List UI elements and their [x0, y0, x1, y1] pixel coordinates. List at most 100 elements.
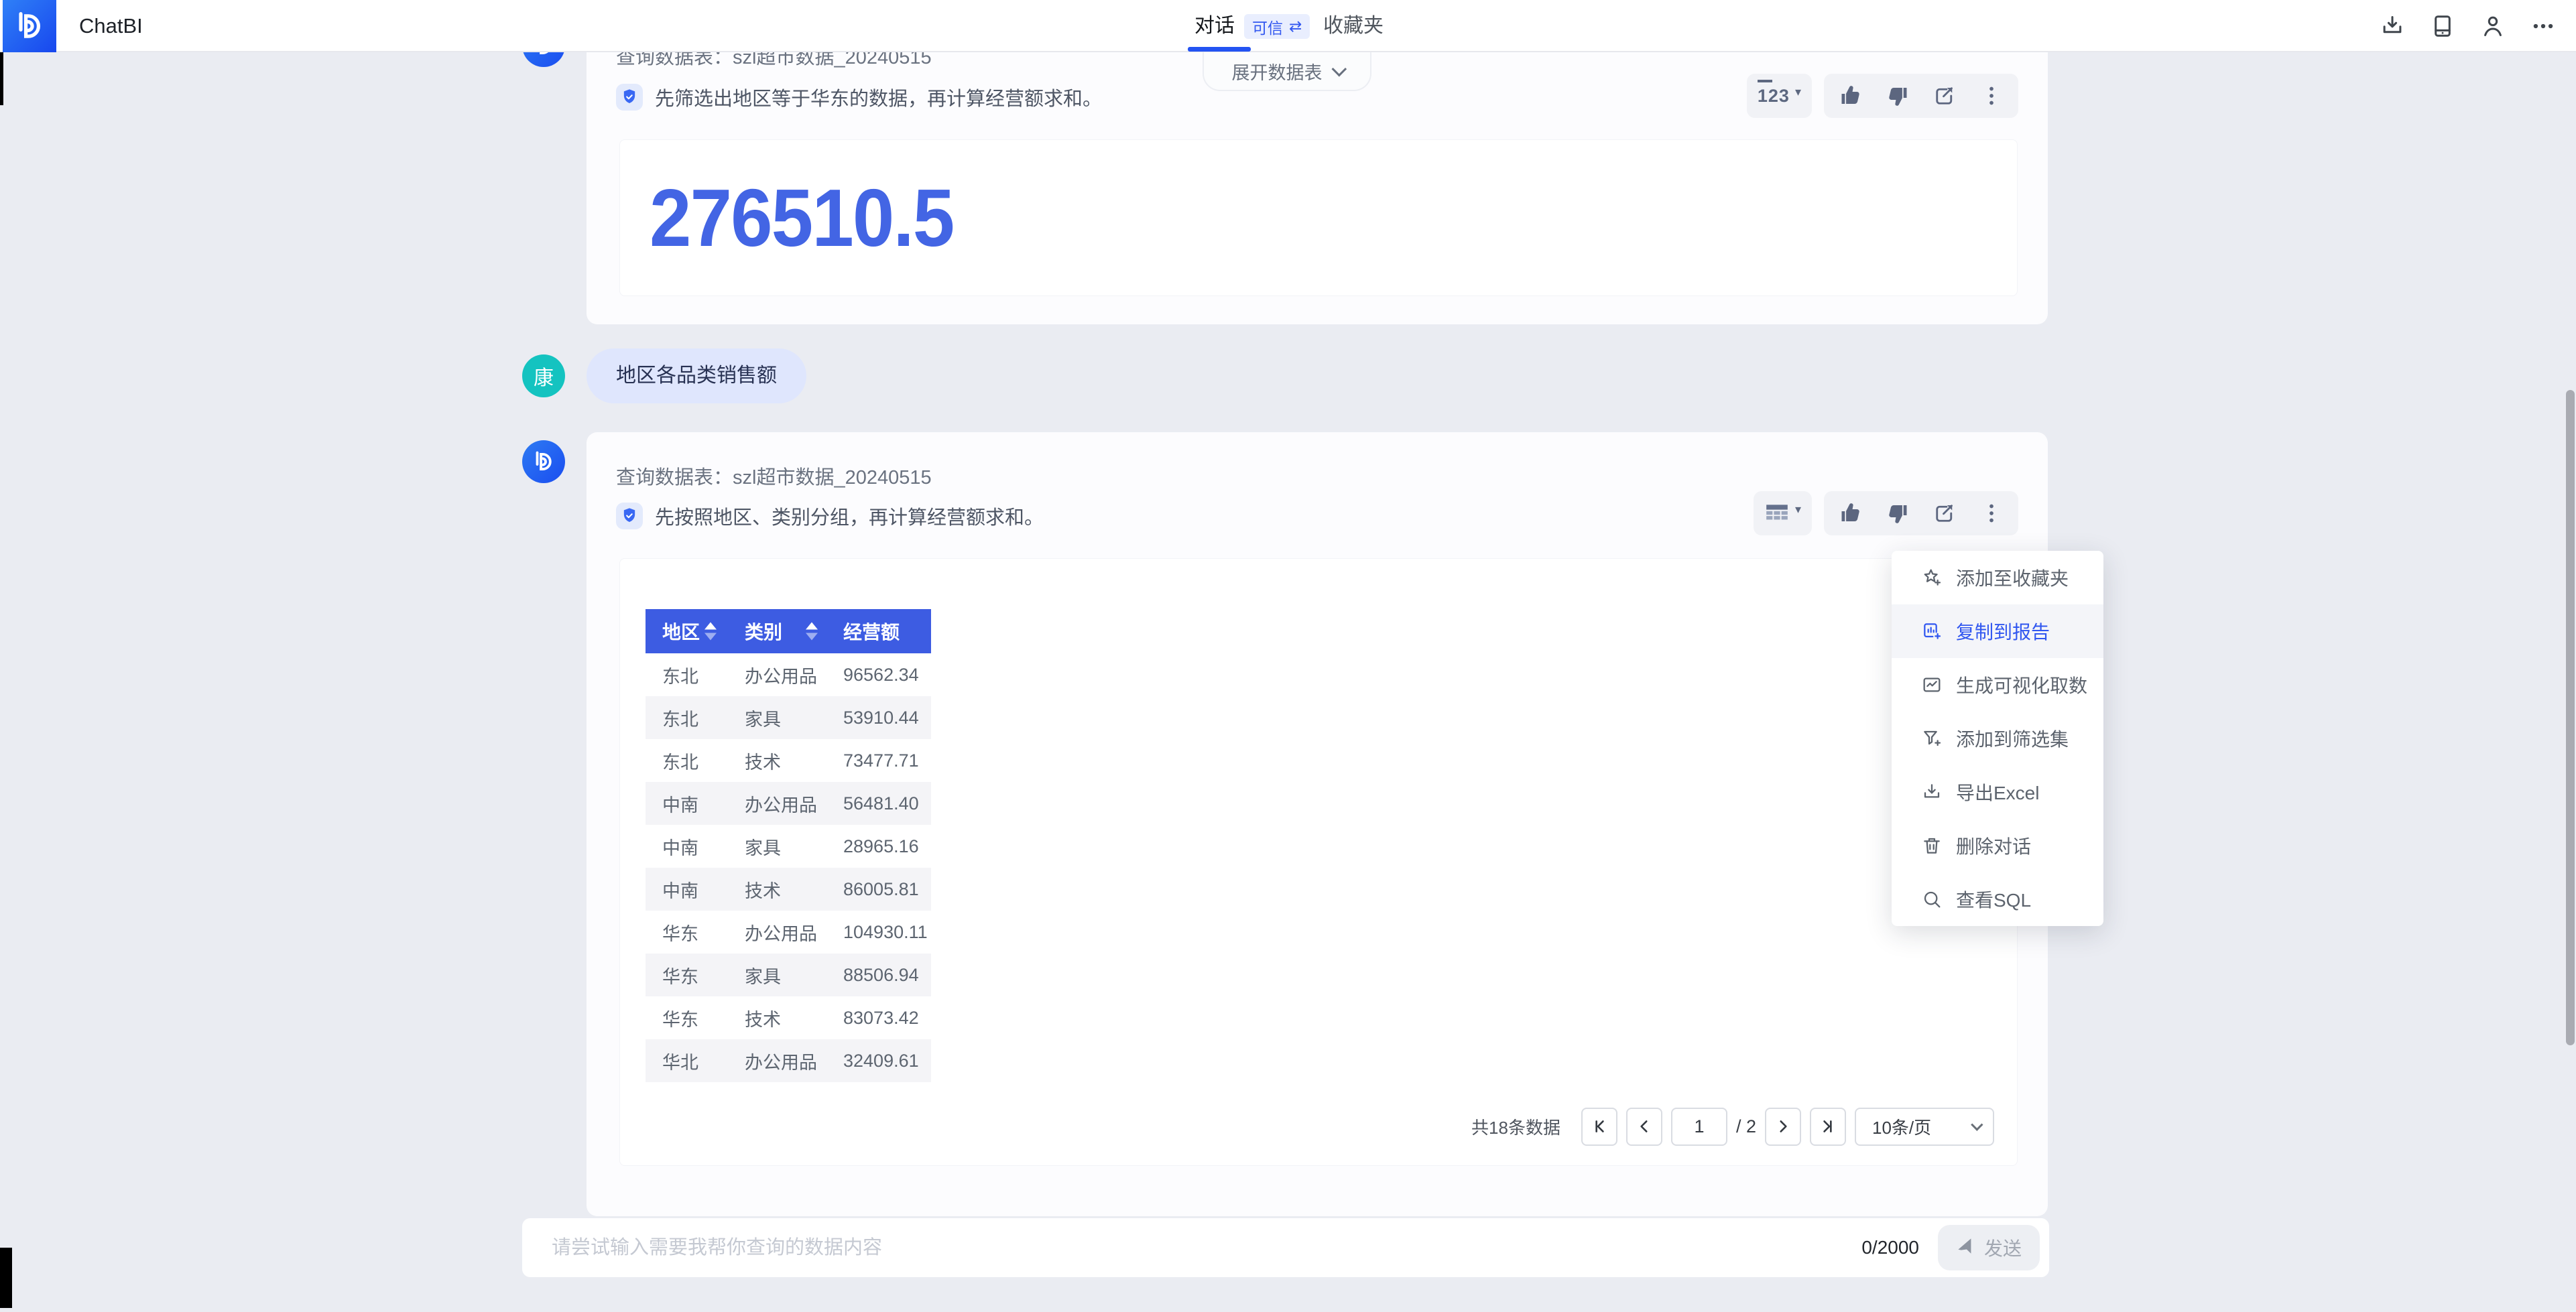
menu-item-view-sql[interactable]: 查看SQL	[1892, 872, 2103, 926]
table-cell: 家具	[728, 954, 826, 996]
app-logo[interactable]	[3, 0, 56, 52]
column-header-category[interactable]: 类别	[728, 609, 826, 653]
table-row: 中南办公用品56481.40	[646, 782, 931, 825]
answer-card-table: 查询数据表：szl超市数据_20240515 先按照地区、类别分组，再计算经营额…	[587, 432, 2048, 1216]
search-icon	[1921, 889, 1943, 910]
table-row: 东北技术73477.71	[646, 739, 931, 782]
table-cell: 华东	[646, 911, 728, 954]
chat-input[interactable]	[522, 1237, 1861, 1259]
trash-icon	[1921, 835, 1943, 856]
table-cell: 办公用品	[728, 1039, 826, 1082]
send-label: 发送	[1984, 1234, 2022, 1261]
more-vertical-icon[interactable]	[1979, 84, 2004, 108]
filter-plus-icon	[1921, 728, 1943, 749]
table-cell: 83073.42	[826, 996, 931, 1039]
app-header: ChatBI 对话 可信 ⇄ 收藏夹	[0, 0, 2576, 52]
table-cell: 中南	[646, 868, 728, 911]
active-tab-underline	[1188, 47, 1251, 52]
table-cell: 技术	[728, 739, 826, 782]
table-row: 东北家具53910.44	[646, 696, 931, 739]
table-row: 华东家具88506.94	[646, 954, 931, 996]
step-description: 先按照地区、类别分组，再计算经营额求和。	[655, 502, 1044, 530]
trusted-badge[interactable]: 可信 ⇄	[1244, 14, 1310, 39]
table-cell: 86005.81	[826, 868, 931, 911]
send-button[interactable]: 发送	[1938, 1225, 2040, 1270]
download-icon	[1921, 781, 1943, 803]
next-page-button[interactable]	[1765, 1108, 1801, 1146]
menu-item-generate-visual[interactable]: 生成可视化取数	[1892, 658, 2103, 712]
pagination-bar: 共18条数据 / 2	[1471, 1107, 1994, 1146]
table-row: 中南技术86005.81	[646, 868, 931, 911]
bot-avatar	[522, 440, 565, 483]
table-cell: 家具	[728, 696, 826, 739]
menu-item-delete-chat[interactable]: 删除对话	[1892, 819, 2103, 872]
total-count-label: 共18条数据	[1471, 1114, 1560, 1139]
device-icon[interactable]	[2430, 13, 2455, 39]
user-message-bubble: 地区各品类销售额	[587, 348, 806, 403]
paper-plane-icon	[1953, 1235, 1979, 1260]
user-icon[interactable]	[2480, 13, 2506, 39]
char-counter: 0/2000	[1861, 1237, 1919, 1258]
trusted-badge-label: 可信	[1252, 15, 1283, 38]
first-page-button[interactable]	[1581, 1108, 1617, 1146]
swap-icon: ⇄	[1289, 17, 1302, 36]
menu-item-copy-report[interactable]: 复制到报告	[1892, 604, 2103, 658]
chevron-down-icon	[1971, 1118, 1983, 1130]
more-vertical-icon[interactable]	[1979, 501, 2004, 525]
display-type-table-button[interactable]: ▾	[1754, 491, 1812, 535]
query-table-line: 查询数据表：szl超市数据_20240515	[616, 462, 932, 490]
page-number-input[interactable]	[1671, 1108, 1727, 1146]
table-header-row: 地区 类别 经营额	[646, 609, 931, 653]
step-description: 先筛选出地区等于华东的数据，再计算经营额求和。	[655, 83, 1102, 111]
table-cell: 中南	[646, 825, 728, 868]
more-icon[interactable]	[2530, 13, 2556, 39]
table-cell: 96562.34	[826, 653, 931, 696]
thumbs-up-icon[interactable]	[1839, 84, 1863, 108]
tab-favorites[interactable]: 收藏夹	[1323, 0, 1384, 52]
share-icon[interactable]	[1933, 501, 1957, 525]
page-size-select[interactable]: 10条/页	[1855, 1108, 1994, 1146]
window-edge-bottom	[0, 1248, 12, 1308]
menu-item-export-excel[interactable]: 导出Excel	[1892, 765, 2103, 819]
tab-dialog[interactable]: 对话	[1194, 0, 1235, 52]
column-header-revenue[interactable]: 经营额	[826, 609, 931, 653]
sum-result-value: 276510.5	[650, 171, 953, 265]
table-display-icon	[1764, 503, 1790, 524]
table-cell: 华北	[646, 1039, 728, 1082]
display-type-number-button[interactable]: 123 ▾	[1747, 74, 1812, 118]
chatbi-logo-icon	[531, 449, 556, 474]
last-page-button[interactable]	[1810, 1108, 1846, 1146]
menu-item-add-filter-set[interactable]: 添加到筛选集	[1892, 712, 2103, 765]
number-display-icon: 123	[1758, 86, 1790, 107]
table-cell: 32409.61	[826, 1039, 931, 1082]
prev-page-button[interactable]	[1626, 1108, 1662, 1146]
table-cell: 办公用品	[728, 653, 826, 696]
table-row: 东北办公用品96562.34	[646, 653, 931, 696]
chevron-down-icon	[1331, 62, 1347, 77]
table-row: 华东办公用品104930.11	[646, 911, 931, 954]
expand-data-table-label: 展开数据表	[1232, 58, 1323, 84]
table-cell: 104930.11	[826, 911, 931, 954]
share-icon[interactable]	[1933, 84, 1957, 108]
download-icon[interactable]	[2380, 13, 2405, 39]
star-plus-icon	[1921, 567, 1943, 588]
report-copy-icon	[1921, 620, 1943, 642]
thumbs-down-icon[interactable]	[1886, 501, 1910, 525]
table-cell: 56481.40	[826, 782, 931, 825]
result-table: 地区 类别 经营额 东北办公用品96562.34东北家具53910.44东北技术…	[646, 609, 931, 1082]
trust-shield-icon	[616, 84, 643, 111]
sort-icon[interactable]	[704, 622, 717, 641]
thumbs-down-icon[interactable]	[1886, 84, 1910, 108]
column-header-region[interactable]: 地区	[646, 609, 728, 653]
expand-data-table-button[interactable]: 展开数据表	[1203, 52, 1371, 91]
page-size-value: 10条/页	[1872, 1114, 1931, 1139]
sort-icon[interactable]	[806, 622, 818, 641]
table-cell: 东北	[646, 696, 728, 739]
table-cell: 办公用品	[728, 911, 826, 954]
number-result-panel: 276510.5	[619, 139, 2018, 296]
thumbs-up-icon[interactable]	[1839, 501, 1863, 525]
table-cell: 88506.94	[826, 954, 931, 996]
chart-icon	[1921, 674, 1943, 696]
scrollbar-thumb[interactable]	[2566, 390, 2575, 1045]
menu-item-add-favorite[interactable]: 添加至收藏夹	[1892, 551, 2103, 604]
